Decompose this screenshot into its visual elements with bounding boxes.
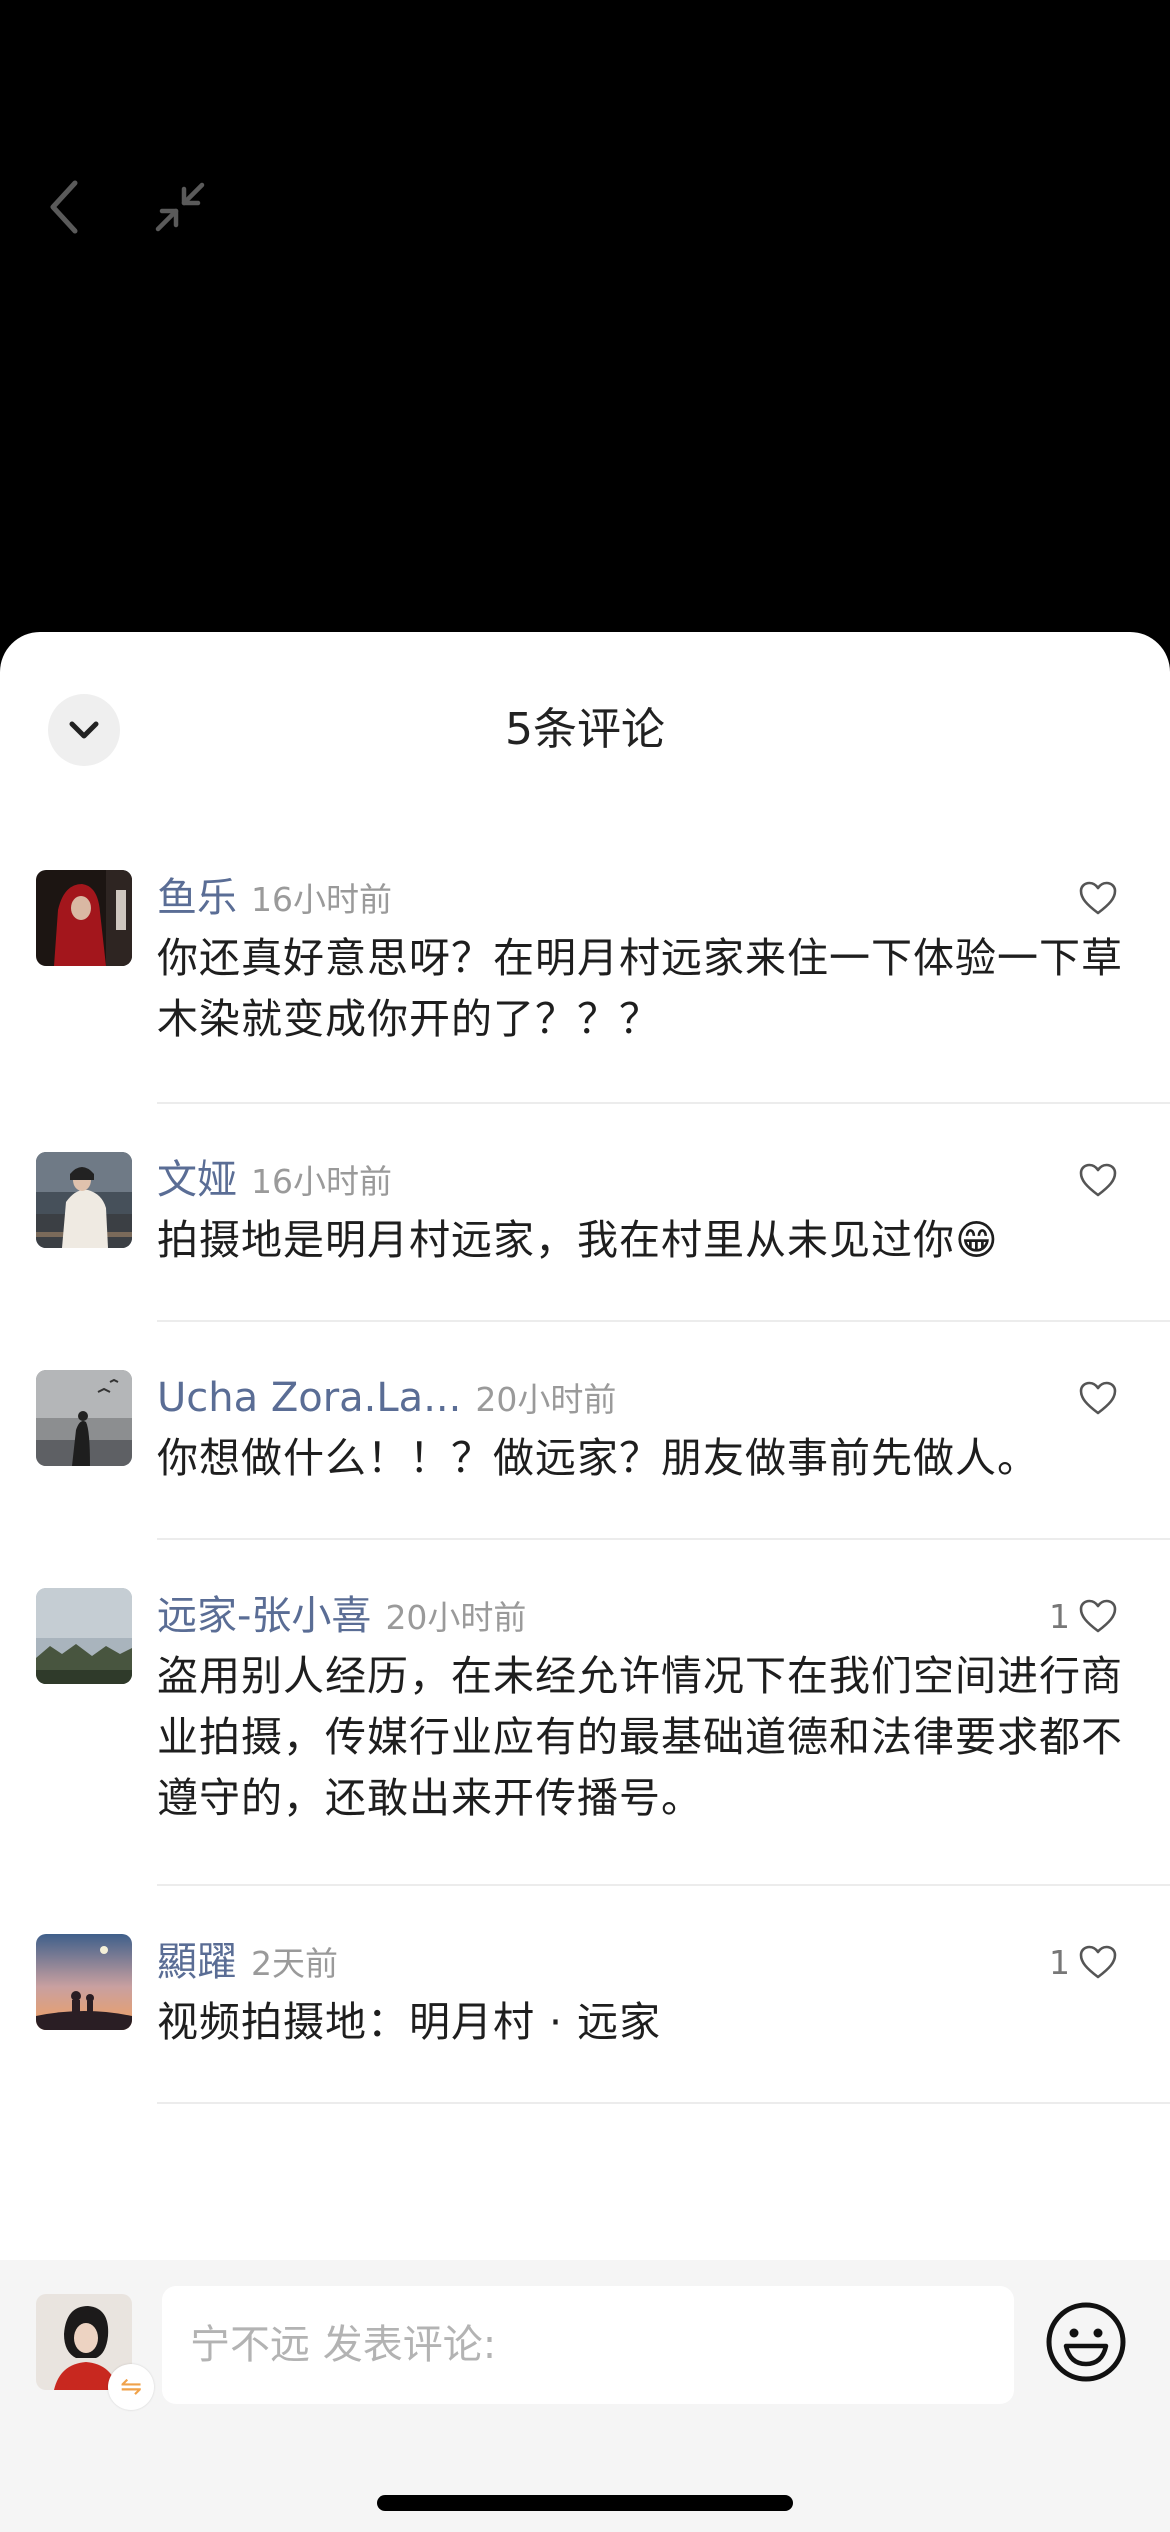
avatar[interactable] <box>36 1370 132 1466</box>
heart-icon <box>1079 1163 1117 1197</box>
comment-username[interactable]: 鱼乐 <box>157 875 237 921</box>
comment-meta: 远家-张小喜 20小时前 <box>157 1588 526 1644</box>
like-button[interactable]: 1 <box>1049 1588 1118 1644</box>
comment-meta: Ucha Zora.La... 20小时前 <box>157 1370 616 1426</box>
comment-username[interactable]: Ucha Zora.La... <box>157 1375 461 1421</box>
comment-text: 盗用别人经历，在未经允许情况下在我们空间进行商业拍摄，传媒行业应有的最基础道德和… <box>157 1652 1123 1822</box>
comments-count-title: 5条评论 <box>505 704 665 755</box>
comment-time: 16小时前 <box>251 1162 392 1201</box>
comment-time: 20小时前 <box>475 1380 617 1419</box>
comment-text: 视频拍摄地：明月村 · 远家 <box>157 1998 662 2046</box>
divider <box>157 2102 1170 2104</box>
heart-icon <box>1079 881 1117 915</box>
comment-time: 16小时前 <box>251 880 392 919</box>
like-button[interactable] <box>1070 1152 1118 1208</box>
comment-time: 2天前 <box>251 1944 338 1983</box>
comment-time: 20小时前 <box>385 1598 527 1637</box>
avatar[interactable] <box>36 870 132 966</box>
like-button[interactable] <box>1070 870 1118 926</box>
avatar[interactable] <box>36 1934 132 2030</box>
divider <box>157 1538 1170 1540</box>
comment-input-bar: ⇋ <box>0 2260 1170 2532</box>
comment-meta: 文娅 16小时前 <box>157 1152 392 1208</box>
smiley-face-icon <box>1046 2302 1126 2382</box>
shrink-arrows-icon <box>155 182 205 232</box>
home-indicator[interactable] <box>377 2495 793 2511</box>
heart-icon <box>1079 1381 1117 1415</box>
comment-text: 你还真好意思呀？在明月村远家来住一下体验一下草木染就变成你开的了？？？ <box>157 934 1123 1043</box>
comment-username[interactable]: 文娅 <box>157 1157 237 1203</box>
switch-identity-button[interactable]: ⇋ <box>108 2364 154 2410</box>
comment-input[interactable] <box>162 2286 1014 2404</box>
comment-text: 拍摄地是明月村远家，我在村里从未见过你😁 <box>157 1216 999 1264</box>
shrink-button[interactable] <box>145 172 215 242</box>
like-count: 1 <box>1049 1942 1070 1982</box>
divider <box>157 1102 1170 1104</box>
like-count: 1 <box>1049 1596 1070 1636</box>
heart-icon <box>1079 1945 1117 1979</box>
comment-text: 你想做什么！！？做远家？朋友做事前先做人。 <box>157 1434 1039 1482</box>
avatar[interactable] <box>36 1588 132 1684</box>
chevron-left-icon <box>50 180 78 234</box>
comment-username[interactable]: 顯躍 <box>157 1939 237 1985</box>
divider <box>157 1320 1170 1322</box>
like-button[interactable] <box>1070 1370 1118 1426</box>
comment-meta: 鱼乐 16小时前 <box>157 870 392 926</box>
heart-icon <box>1079 1599 1117 1633</box>
comment-meta: 顯躍 2天前 <box>157 1934 338 1990</box>
emoji-button[interactable] <box>1044 2300 1128 2384</box>
switch-arrows-icon: ⇋ <box>120 2372 142 2402</box>
video-area[interactable] <box>0 0 1170 660</box>
back-button[interactable] <box>30 172 100 242</box>
avatar[interactable] <box>36 1152 132 1248</box>
comments-sheet: 5条评论 鱼乐 16小时前 你还真好意思呀？在明月村远家来住一下体验一下草木染就变… <box>0 632 1170 2532</box>
like-button[interactable]: 1 <box>1049 1934 1118 1990</box>
comment-username[interactable]: 远家-张小喜 <box>157 1593 371 1639</box>
divider <box>157 1884 1170 1886</box>
